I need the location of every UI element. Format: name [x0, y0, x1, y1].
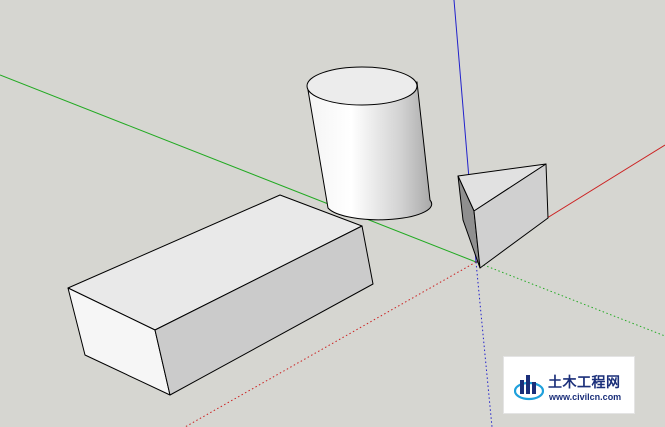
modeling-viewport[interactable]: 土木工程网 www.civilcn.com	[0, 0, 665, 427]
green-axis-dotted	[475, 261, 665, 337]
cylinder-top-face[interactable]	[306, 66, 418, 106]
watermark-title: 土木工程网	[548, 375, 621, 391]
watermark-url: www.civilcn.com	[549, 392, 622, 402]
wedge-object[interactable]	[457, 163, 549, 269]
box-object[interactable]	[67, 194, 374, 396]
building-bars-icon	[514, 375, 544, 401]
watermark: 土木工程网 www.civilcn.com	[503, 356, 635, 414]
cylinder-object[interactable]	[306, 66, 433, 221]
blue-axis-dotted	[475, 261, 493, 427]
